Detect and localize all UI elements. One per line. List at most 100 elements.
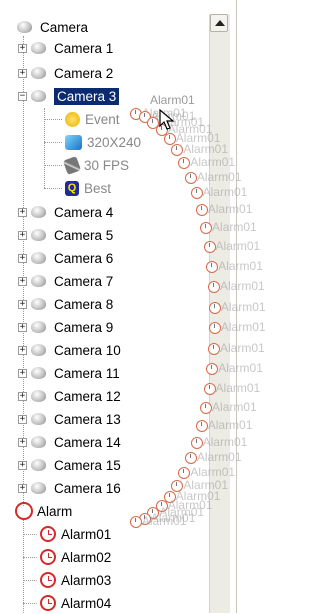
drag-trail-ghost-label: Alarm01: [202, 434, 248, 449]
camera-label: Camera 2: [54, 65, 114, 81]
device-tree-panel: Camera + Camera 1 + Camera 2 − Camera 3 …: [0, 0, 237, 613]
tree-item-camera[interactable]: + Camera 15: [18, 454, 121, 476]
clock-icon: [40, 572, 56, 588]
camera-label: Camera 7: [54, 273, 114, 289]
tree-item-camera[interactable]: + Camera 12: [18, 385, 121, 407]
tree-item-camera[interactable]: + Camera 13: [18, 408, 121, 430]
tree-line: [44, 165, 62, 166]
expand-icon[interactable]: +: [18, 460, 27, 470]
camera-icon: [30, 480, 48, 496]
tree-item-camera[interactable]: + Camera 11: [18, 362, 120, 384]
tree-item-camera[interactable]: + Camera 5: [18, 224, 113, 246]
tree-item-alarm[interactable]: Alarm04: [40, 592, 111, 614]
expand-icon[interactable]: +: [18, 368, 27, 378]
tree-item-camera[interactable]: + Camera 7: [18, 270, 113, 292]
tree-item-camera[interactable]: + Camera 9: [18, 316, 113, 338]
camera-label: Camera 3: [54, 87, 120, 105]
drag-trail-clock-icon: [203, 382, 216, 395]
camera-label: Camera 14: [54, 434, 121, 450]
alarm-label: Alarm04: [61, 595, 112, 611]
tree-item-resolution[interactable]: 320X240: [65, 131, 141, 153]
tree-item-alarm[interactable]: Alarm03: [40, 569, 111, 591]
clock-icon: [40, 595, 56, 611]
child-label: Best: [84, 180, 112, 196]
expand-icon[interactable]: +: [18, 414, 27, 424]
alarm-label: Alarm01: [61, 526, 112, 542]
tree-line: [23, 557, 37, 558]
expand-icon[interactable]: +: [18, 68, 27, 78]
scroll-up-button[interactable]: [210, 14, 228, 32]
camera-icon: [30, 250, 48, 266]
expand-icon[interactable]: +: [18, 276, 27, 286]
drag-trail-ghost-label: Alarm01: [218, 360, 263, 375]
camera-icon: [30, 319, 48, 335]
tree-line: [44, 142, 62, 143]
tree-item-alarm[interactable]: Alarm02: [40, 546, 111, 568]
tree-item-camera[interactable]: + Camera 1: [18, 37, 113, 59]
collapse-icon[interactable]: −: [18, 91, 27, 101]
expand-icon[interactable]: +: [18, 299, 27, 309]
drag-trail-clock-icon: [203, 241, 216, 254]
drag-trail-ghost-label: Alarm01: [220, 320, 266, 335]
drag-trail-ghost-label: Alarm01: [207, 417, 253, 432]
expand-icon[interactable]: +: [18, 230, 27, 240]
tree-item-camera[interactable]: + Camera 2: [18, 62, 113, 84]
fps-icon: [62, 155, 82, 175]
expand-icon[interactable]: +: [18, 345, 27, 355]
drag-trail-clock-icon: [208, 301, 221, 314]
camera-icon: [30, 388, 48, 404]
camera-icon: [30, 273, 48, 289]
tree-item-alarm[interactable]: Alarm01: [40, 523, 111, 545]
expand-icon[interactable]: +: [18, 391, 27, 401]
tree-item-camera[interactable]: + Camera 16: [18, 477, 121, 499]
camera-icon: [30, 227, 48, 243]
camera-label: Camera 11: [54, 365, 120, 381]
tree-item-camera-selected[interactable]: − Camera 3: [18, 85, 120, 107]
camera-icon: [30, 65, 48, 81]
tree-root-camera[interactable]: Camera: [16, 16, 88, 38]
camera-icon: [30, 457, 48, 473]
event-icon: [65, 111, 80, 127]
camera-label: Camera 6: [54, 250, 114, 266]
tree-item-fps[interactable]: 30 FPS: [62, 154, 129, 176]
camera-label: Camera 12: [54, 388, 121, 404]
expand-icon[interactable]: +: [18, 437, 27, 447]
tree-line: [44, 119, 62, 120]
tree-item-camera[interactable]: + Camera 4: [18, 201, 113, 223]
clock-icon: [40, 549, 56, 565]
expand-icon[interactable]: +: [18, 483, 27, 493]
camera-label: Camera 4: [54, 204, 114, 220]
drag-trail-ghost-label: Alarm01: [196, 169, 242, 184]
tree-root-alarm[interactable]: Alarm: [15, 500, 72, 522]
camera-label: Camera 8: [54, 296, 114, 312]
drag-trail-ghost-label: Alarm01: [215, 239, 261, 254]
drag-trail-ghost-label: Alarm01: [218, 259, 263, 274]
drag-trail-clock-icon: [195, 419, 208, 432]
drag-trail-clock-icon: [190, 187, 203, 200]
drag-trail-ghost-label: Alarm01: [141, 514, 187, 529]
tree-item-camera[interactable]: + Camera 10: [18, 339, 121, 361]
drag-trail-ghost-label: Alarm01: [215, 380, 261, 395]
camera-label: Camera 9: [54, 319, 114, 335]
camera-icon: [30, 40, 48, 56]
expand-icon[interactable]: +: [18, 207, 27, 217]
camera-icon: [30, 342, 48, 358]
expand-icon[interactable]: +: [18, 43, 27, 53]
drag-trail-ghost-label: Alarm01: [190, 155, 236, 170]
tree-item-camera[interactable]: + Camera 6: [18, 247, 113, 269]
tree-root-label: Camera: [40, 19, 89, 35]
tree-item-camera[interactable]: + Camera 8: [18, 293, 113, 315]
tree-item-quality[interactable]: Q Best: [65, 177, 111, 199]
tree-item-camera[interactable]: + Camera 14: [18, 431, 121, 453]
tree-line: [23, 603, 37, 604]
expand-icon[interactable]: +: [18, 253, 27, 263]
camera-label: Camera 5: [54, 227, 114, 243]
camera-label: Camera 10: [54, 342, 121, 358]
camera-icon: [30, 434, 48, 450]
expand-icon[interactable]: +: [18, 322, 27, 332]
camera-icon: [30, 88, 48, 104]
mouse-cursor-icon: [159, 108, 175, 130]
tree-item-event[interactable]: Event: [65, 108, 120, 130]
tree-line: [23, 534, 37, 535]
drag-trail-clock-icon: [195, 204, 208, 217]
